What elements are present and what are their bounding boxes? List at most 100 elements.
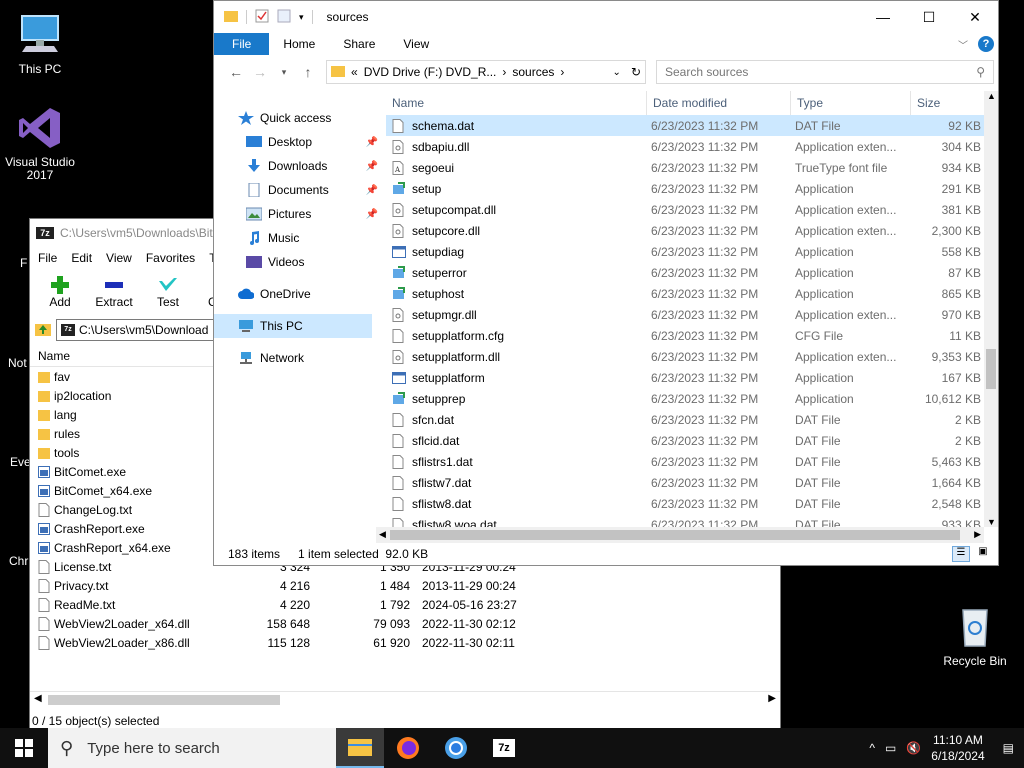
pin-icon[interactable]: 📌 xyxy=(366,161,378,172)
file-row[interactable]: sflistw8.dat 6/23/2023 11:32 PM DAT File 2,… xyxy=(386,493,984,514)
file-explorer-icon[interactable] xyxy=(336,728,384,768)
properties-icon[interactable] xyxy=(255,9,269,26)
file-name-cell[interactable]: Asegoeui xyxy=(386,160,647,175)
tab-view[interactable]: View xyxy=(389,33,443,55)
sevenzip-list-item[interactable]: ReadMe.txt 4 220 1 792 2024-05-16 23:27 xyxy=(30,595,780,614)
file-name-cell[interactable]: setupdiag xyxy=(386,245,647,259)
file-row[interactable]: sflistrs1.dat 6/23/2023 11:32 PM DAT File 5… xyxy=(386,451,984,472)
pin-icon[interactable]: 📌 xyxy=(366,137,378,148)
7zip-icon[interactable]: 7z xyxy=(480,728,528,768)
start-button[interactable] xyxy=(0,728,48,768)
network-icon[interactable]: ▭ xyxy=(885,741,896,755)
nav-item-quick-access[interactable]: Quick access xyxy=(214,106,384,130)
sevenzip-list-item[interactable]: WebView2Loader_x86.dll 115 128 61 920 2022-… xyxy=(30,633,780,652)
large-icons-view-icon[interactable]: ▣ xyxy=(974,546,992,562)
file-name-cell[interactable]: setupplatform.cfg xyxy=(386,328,647,343)
file-row[interactable]: setupprep 6/23/2023 11:32 PM Application 10… xyxy=(386,388,984,409)
scroll-thumb[interactable] xyxy=(390,530,960,540)
extract-button[interactable]: Extract xyxy=(92,275,136,309)
nav-item-pictures[interactable]: Pictures 📌 xyxy=(214,202,384,226)
customize-qat-icon[interactable]: ▾ xyxy=(299,12,304,23)
file-name-cell[interactable]: sfcn.dat xyxy=(386,412,647,427)
scroll-up-icon[interactable]: ▲ xyxy=(987,91,996,101)
file-row[interactable]: sdbapiu.dll 6/23/2023 11:32 PM Application… xyxy=(386,136,984,157)
scroll-right-icon[interactable]: ▶ xyxy=(768,693,776,704)
menu-favorites[interactable]: Favorites xyxy=(146,251,195,265)
chrome-icon[interactable] xyxy=(432,728,480,768)
scroll-thumb[interactable] xyxy=(986,349,996,389)
file-row[interactable]: Asegoeui 6/23/2023 11:32 PM TrueType font … xyxy=(386,157,984,178)
refresh-icon[interactable]: ↻ xyxy=(627,65,645,79)
file-name-cell[interactable]: sflcid.dat xyxy=(386,433,647,448)
ribbon-expand-icon[interactable]: ﹀ xyxy=(958,37,968,52)
scroll-thumb[interactable] xyxy=(48,695,280,705)
search-box[interactable]: Search sources ⚲ xyxy=(656,60,994,84)
search-input[interactable]: Search sources xyxy=(665,65,748,79)
explorer-window[interactable]: ▾ sources — ☐ ✕ File Home Share View ﹀ ?… xyxy=(213,0,999,566)
vertical-scrollbar[interactable]: ▲ ▼ xyxy=(984,91,998,527)
file-row[interactable]: schema.dat 6/23/2023 11:32 PM DAT File 92 K… xyxy=(386,115,984,136)
help-icon[interactable]: ? xyxy=(978,36,994,52)
tab-file[interactable]: File xyxy=(214,33,270,55)
menu-file[interactable]: File xyxy=(38,251,57,265)
file-row[interactable]: sflistw7.dat 6/23/2023 11:32 PM DAT File 1,… xyxy=(386,472,984,493)
file-name-cell[interactable]: setupcompat.dll xyxy=(386,202,647,217)
firefox-icon[interactable] xyxy=(384,728,432,768)
breadcrumb-separator[interactable]: › xyxy=(502,65,506,79)
scroll-left-icon[interactable]: ◀ xyxy=(379,529,386,540)
sevenzip-list-item[interactable]: Privacy.txt 4 216 1 484 2013-11-29 00:24 xyxy=(30,576,780,595)
file-row[interactable]: setupcore.dll 6/23/2023 11:32 PM Applicati… xyxy=(386,220,984,241)
file-row[interactable]: setupdiag 6/23/2023 11:32 PM Application 55… xyxy=(386,241,984,262)
breadcrumb-separator[interactable]: › xyxy=(560,65,564,79)
horizontal-scrollbar[interactable]: ◀ ▶ xyxy=(376,527,984,543)
file-name-cell[interactable]: setupmgr.dll xyxy=(386,307,647,322)
file-row[interactable]: sflcid.dat 6/23/2023 11:32 PM DAT File 2 KB xyxy=(386,430,984,451)
file-name-cell[interactable]: setuperror xyxy=(386,265,647,280)
test-button[interactable]: Test xyxy=(146,275,190,309)
tab-home[interactable]: Home xyxy=(269,33,329,55)
sevenzip-path-input[interactable]: 7z C:\Users\vm5\Download xyxy=(56,319,226,341)
new-folder-icon[interactable] xyxy=(277,9,291,26)
address-bar[interactable]: « DVD Drive (F:) DVD_R... › sources › ⌄ … xyxy=(326,60,646,84)
show-hidden-icons[interactable]: ^ xyxy=(869,741,875,755)
breadcrumb-overflow[interactable]: « xyxy=(351,65,358,79)
nav-item-documents[interactable]: Documents 📌 xyxy=(214,178,384,202)
column-header-size[interactable]: Size xyxy=(911,91,981,115)
maximize-button[interactable]: ☐ xyxy=(906,1,952,33)
column-header-type[interactable]: Type xyxy=(791,91,911,115)
column-header-name[interactable]: Name xyxy=(386,91,647,115)
file-row[interactable]: setup 6/23/2023 11:32 PM Application 291 KB xyxy=(386,178,984,199)
file-name-cell[interactable]: sflistw8.dat xyxy=(386,496,647,511)
tab-share[interactable]: Share xyxy=(329,33,389,55)
nav-item-onedrive[interactable]: OneDrive xyxy=(214,282,384,306)
scroll-left-icon[interactable]: ◀ xyxy=(34,693,42,704)
forward-arrow-icon[interactable]: → xyxy=(248,64,272,80)
scroll-right-icon[interactable]: ▶ xyxy=(974,529,981,540)
desktop-icon-recycle-bin[interactable]: Recycle Bin xyxy=(935,602,1015,668)
nav-item-desktop[interactable]: Desktop 📌 xyxy=(214,130,384,154)
sevenzip-horizontal-scrollbar[interactable]: ◀ ▶ xyxy=(30,691,780,707)
file-row[interactable]: setuperror 6/23/2023 11:32 PM Application 8… xyxy=(386,262,984,283)
pin-icon[interactable]: 📌 xyxy=(366,209,378,220)
file-name-cell[interactable]: sdbapiu.dll xyxy=(386,139,647,154)
file-name-cell[interactable]: setupcore.dll xyxy=(386,223,647,238)
nav-item-downloads[interactable]: Downloads 📌 xyxy=(214,154,384,178)
file-row[interactable]: sfcn.dat 6/23/2023 11:32 PM DAT File 2 KB xyxy=(386,409,984,430)
scroll-down-icon[interactable]: ▼ xyxy=(987,517,996,527)
column-header-date[interactable]: Date modified xyxy=(647,91,791,115)
breadcrumb-drive[interactable]: DVD Drive (F:) DVD_R... xyxy=(364,65,497,79)
details-view-icon[interactable]: ☰ xyxy=(952,546,970,562)
file-name-cell[interactable]: setup xyxy=(386,181,647,196)
address-dropdown-icon[interactable]: ⌄ xyxy=(613,67,621,78)
minimize-button[interactable]: — xyxy=(860,1,906,33)
menu-edit[interactable]: Edit xyxy=(71,251,92,265)
file-name-cell[interactable]: setuphost xyxy=(386,286,647,301)
volume-icon[interactable]: 🔇 xyxy=(906,741,921,755)
notification-icon[interactable]: ▤ xyxy=(1003,741,1014,755)
recent-locations-icon[interactable]: ▾ xyxy=(272,67,296,78)
file-row[interactable]: setupmgr.dll 6/23/2023 11:32 PM Applicatio… xyxy=(386,304,984,325)
file-name-cell[interactable]: schema.dat xyxy=(386,118,647,133)
file-row[interactable]: setupplatform.cfg 6/23/2023 11:32 PM CFG F… xyxy=(386,325,984,346)
file-name-cell[interactable]: sflistw7.dat xyxy=(386,475,647,490)
add-button[interactable]: Add xyxy=(38,275,82,309)
